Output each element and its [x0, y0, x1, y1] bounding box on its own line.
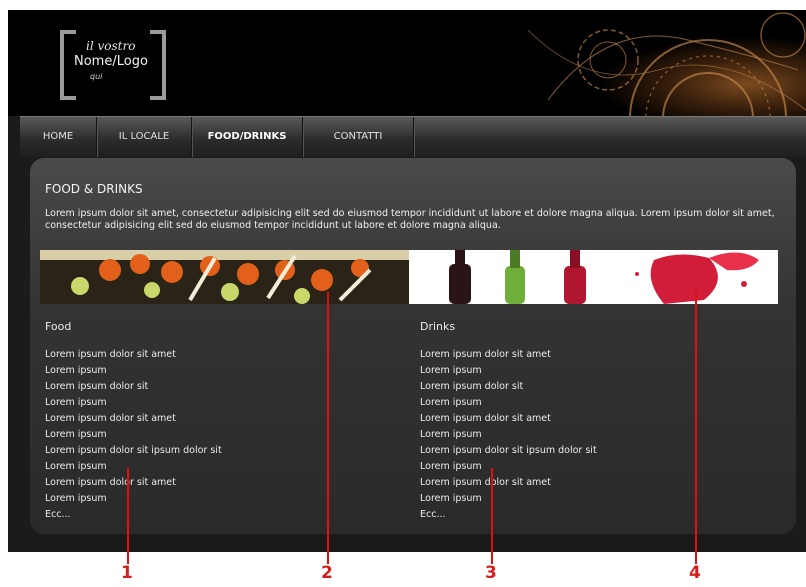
drinks-item: Lorem ipsum dolor sit [420, 381, 524, 392]
food-item: Lorem ipsum [45, 397, 107, 408]
logo-line1: il vostro [86, 39, 136, 53]
intro-text: Lorem ipsum dolor sit amet, consectetur … [45, 208, 775, 231]
food-item: Lorem ipsum dolor sit amet [45, 477, 176, 488]
logo[interactable]: il vostro Nome/Logo qui [60, 30, 166, 100]
food-image [40, 250, 409, 304]
food-item: Lorem ipsum [45, 429, 107, 440]
drinks-image [409, 250, 778, 304]
drinks-heading: Drinks [420, 320, 456, 333]
food-item: Lorem ipsum dolor sit [45, 381, 149, 392]
drinks-item: Lorem ipsum [420, 397, 482, 408]
nav-item-il-locale[interactable]: IL LOCALE [97, 117, 192, 157]
drinks-item: Lorem ipsum dolor sit ipsum dolor sit [420, 445, 597, 456]
page-title: FOOD & DRINKS [45, 182, 143, 196]
drinks-item: Lorem ipsum [420, 493, 482, 504]
logo-line2: Nome/Logo [74, 54, 148, 69]
annotation-line-3 [491, 468, 493, 564]
drinks-item: Lorem ipsum dolor sit amet [420, 349, 551, 360]
drinks-item: Ecc... [420, 509, 446, 520]
annotation-line-2 [327, 292, 329, 564]
drinks-column: Drinks Lorem ipsum dolor sit amet Lorem … [420, 320, 760, 523]
drinks-item: Lorem ipsum dolor sit amet [420, 413, 551, 424]
food-item: Lorem ipsum [45, 461, 107, 472]
food-item: Lorem ipsum [45, 493, 107, 504]
annotation-number-4: 4 [689, 563, 701, 583]
food-column: Food Lorem ipsum dolor sit amet Lorem ip… [45, 320, 385, 523]
banner-images [40, 250, 778, 304]
logo-bracket-right [150, 30, 166, 100]
annotation-line-1 [127, 468, 129, 564]
food-item: Lorem ipsum [45, 365, 107, 376]
header: il vostro Nome/Logo qui [8, 10, 806, 116]
nav-item-contatti[interactable]: CONTATTI [303, 117, 414, 157]
food-item: Ecc... [45, 509, 71, 520]
food-item: Lorem ipsum dolor sit amet [45, 413, 176, 424]
drinks-list: Lorem ipsum dolor sit amet Lorem ipsum L… [420, 347, 760, 523]
annotation-number-1: 1 [121, 563, 133, 583]
food-list: Lorem ipsum dolor sit amet Lorem ipsum L… [45, 347, 385, 523]
food-item: Lorem ipsum dolor sit ipsum dolor sit [45, 445, 222, 456]
food-heading: Food [45, 320, 72, 333]
annotation-number-2: 2 [321, 563, 333, 583]
main-nav: HOME IL LOCALE FOOD/DRINKS CONTATTI [20, 116, 806, 157]
annotation-line-4 [695, 292, 697, 564]
annotation-number-3: 3 [485, 563, 497, 583]
drinks-item: Lorem ipsum dolor sit amet [420, 477, 551, 488]
food-item: Lorem ipsum dolor sit amet [45, 349, 176, 360]
drinks-item: Lorem ipsum [420, 429, 482, 440]
drinks-item: Lorem ipsum [420, 365, 482, 376]
nav-item-home[interactable]: HOME [20, 117, 97, 157]
nav-item-food-drinks[interactable]: FOOD/DRINKS [192, 117, 303, 157]
logo-line3: qui [90, 72, 103, 81]
drinks-item: Lorem ipsum [420, 461, 482, 472]
content-panel: FOOD & DRINKS Lorem ipsum dolor sit amet… [30, 158, 796, 534]
